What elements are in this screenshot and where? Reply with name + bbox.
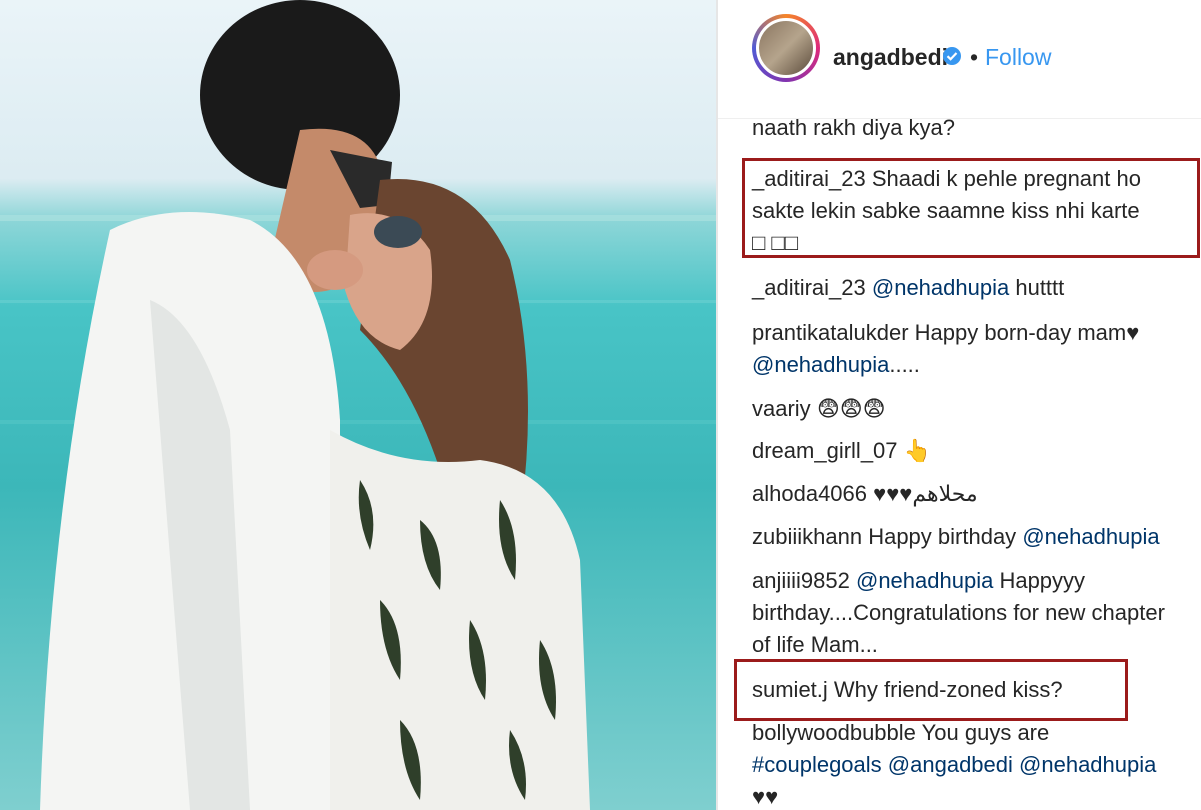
comment-username[interactable]: prantikatalukder bbox=[752, 320, 909, 345]
separator-dot: • bbox=[970, 44, 979, 70]
comment-item: prantikatalukder Happy born-day mam♥ @ne… bbox=[752, 317, 1162, 381]
comment-item: vaariy 😨😨😨 bbox=[752, 393, 1172, 425]
comment-text: Happy birthday bbox=[868, 524, 1017, 549]
comment-text: hutttt bbox=[1015, 275, 1065, 300]
comment-text: Why friend-zoned kiss? bbox=[833, 677, 1063, 702]
comment-username[interactable]: _aditirai_23 bbox=[752, 166, 866, 191]
comment-username[interactable]: anjiiii9852 bbox=[752, 568, 850, 593]
comment-text: ♥♥ bbox=[752, 784, 779, 809]
comments-panel: naath rakh diya kya? _aditirai_23 Shaadi… bbox=[718, 0, 1201, 810]
avatar-story-ring[interactable] bbox=[752, 14, 820, 82]
comment-item: _aditirai_23 @nehadhupia hutttt bbox=[752, 272, 1172, 304]
mention-link[interactable]: @nehadhupia bbox=[856, 568, 993, 593]
comment-text: You guys are bbox=[921, 720, 1050, 745]
follow-button[interactable]: Follow bbox=[985, 44, 1051, 71]
emoji-text: 😨😨😨 bbox=[816, 396, 886, 421]
mention-link[interactable]: @nehadhupia bbox=[872, 275, 1009, 300]
post-header: angadbedi • Follow bbox=[718, 0, 1201, 119]
mention-link[interactable]: @angadbedi bbox=[888, 752, 1013, 777]
mention-link[interactable]: @nehadhupia bbox=[1022, 524, 1159, 549]
mention-link[interactable]: @nehadhupia bbox=[752, 352, 889, 377]
comment-item: anjiiii9852 @nehadhupia Happyyy birthday… bbox=[752, 565, 1167, 661]
avatar[interactable] bbox=[756, 18, 816, 78]
comment-list: naath rakh diya kya? _aditirai_23 Shaadi… bbox=[718, 0, 1201, 810]
post-username[interactable]: angadbedi bbox=[833, 44, 948, 71]
comment-text: ♥♥♥محلاهم bbox=[873, 481, 978, 506]
comment-username[interactable]: zubiiikhann bbox=[752, 524, 862, 549]
comment-username[interactable]: bollywoodbubble bbox=[752, 720, 916, 745]
comment-username[interactable]: sumiet.j bbox=[752, 677, 828, 702]
hashtag-link[interactable]: #couplegoals bbox=[752, 752, 882, 777]
comment-item: bollywoodbubble You guys are #couplegoal… bbox=[752, 717, 1172, 810]
comment-username[interactable]: _aditirai_23 bbox=[752, 275, 866, 300]
comment-username[interactable]: alhoda4066 bbox=[752, 481, 867, 506]
comment-item: zubiiikhann Happy birthday @nehadhupia bbox=[752, 521, 1172, 553]
comment-item: alhoda4066 ♥♥♥محلاهم bbox=[752, 478, 1172, 510]
comment-item: dream_girll_07 👆 bbox=[752, 435, 1172, 467]
verified-badge-icon bbox=[943, 47, 961, 65]
emoji-text: 👆 bbox=[903, 438, 932, 463]
comment-text: Happy born-day mam♥ bbox=[914, 320, 1140, 345]
comment-username[interactable]: vaariy bbox=[752, 396, 811, 421]
comment-item: sumiet.j Why friend-zoned kiss? bbox=[752, 674, 1172, 706]
post-photo bbox=[0, 0, 716, 810]
comment-text: ..... bbox=[889, 352, 920, 377]
comment-username[interactable]: dream_girll_07 bbox=[752, 438, 898, 463]
mention-link[interactable]: @nehadhupia bbox=[1019, 752, 1156, 777]
beach-couple-illustration bbox=[0, 0, 716, 810]
comment-item: _aditirai_23 Shaadi k pehle pregnant ho … bbox=[752, 163, 1152, 259]
